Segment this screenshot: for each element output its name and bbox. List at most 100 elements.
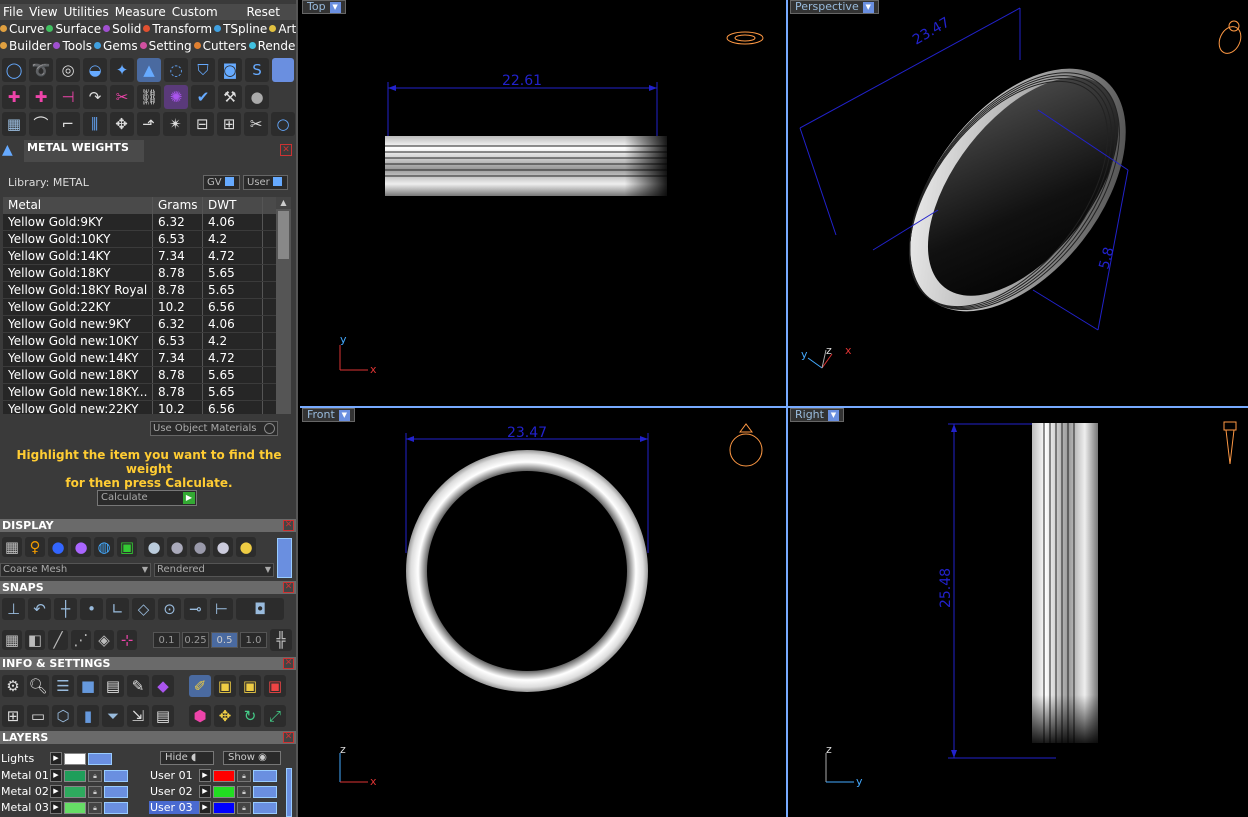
table-row[interactable]: Yellow Gold:9KY 6.32 4.06	[3, 214, 291, 231]
table-row[interactable]: Yellow Gold new:9KY 6.32 4.06	[3, 316, 291, 333]
layer-row[interactable]: User 02 ▶ 🔒︎	[149, 784, 277, 799]
line-icon[interactable]: ╱	[48, 630, 68, 650]
gem-move-icon[interactable]: ✥	[214, 705, 236, 727]
mirror-icon[interactable]: ⫼	[82, 111, 107, 136]
green-grid-icon[interactable]: ▣	[117, 537, 137, 557]
category-art[interactable]: Art	[269, 22, 296, 36]
globe-icon[interactable]: ◍	[94, 537, 114, 557]
circle-curve-icon[interactable]: ◯	[2, 57, 26, 82]
category-gems[interactable]: Gems	[94, 39, 138, 53]
expand-arrow-icon[interactable]: ▶	[50, 785, 62, 798]
lock-icon[interactable]: 🔒︎	[237, 801, 251, 814]
grid-icon[interactable]: ▦	[2, 630, 22, 650]
snap-value-0.1[interactable]: 0.1	[153, 632, 180, 648]
viewport-front[interactable]: Front ▼ 23.47 z x	[300, 408, 786, 817]
s-tool-icon[interactable]: S	[245, 57, 269, 82]
lock-icon[interactable]: 🔒︎	[88, 801, 102, 814]
snap-point-icon[interactable]: •	[80, 598, 103, 620]
cubes-icon[interactable]: ▦	[2, 111, 26, 136]
select-icon[interactable]: ⇲	[127, 705, 149, 727]
book-icon[interactable]: ▮	[77, 705, 99, 727]
lock-icon[interactable]: 🔒︎	[237, 769, 251, 782]
burst-icon[interactable]: ✴	[163, 111, 188, 136]
menu-utilities[interactable]: Utilities	[61, 4, 112, 20]
layers-scroll[interactable]	[286, 768, 292, 817]
layer-color-swatch[interactable]	[64, 785, 86, 798]
pencil-icon[interactable]: ✎	[127, 675, 149, 697]
toggle-icon[interactable]	[272, 57, 294, 82]
windows-icon[interactable]: ⊞	[2, 705, 24, 727]
layer-name[interactable]: User 01	[149, 769, 199, 782]
close-icon[interactable]: ✕	[283, 732, 294, 743]
material-gold-icon[interactable]: ●	[236, 537, 256, 557]
snap-center-icon[interactable]: ⊙	[158, 598, 181, 620]
layer-visibility-toggle[interactable]	[104, 769, 128, 782]
table-row[interactable]: Yellow Gold new:18KY... 8.78 5.65	[3, 384, 291, 401]
hide-button[interactable]: Hide ◖	[160, 751, 214, 765]
view-delete-icon[interactable]: ▣	[264, 675, 286, 697]
viewport-divider-horizontal[interactable]	[300, 406, 1248, 408]
extrude-icon[interactable]: ⬏	[136, 111, 161, 136]
circle-outline-icon[interactable]: ○	[271, 111, 295, 136]
use-object-materials-toggle[interactable]: Use Object Materials	[150, 421, 278, 436]
snap-end-icon[interactable]: ⊥	[2, 598, 25, 620]
layer-row[interactable]: Metal 02 ▶ 🔒︎	[0, 784, 128, 799]
column-header-dwt[interactable]: DWT	[203, 197, 263, 214]
brush-icon[interactable]: ✐	[189, 675, 211, 697]
lights-swatch[interactable]	[64, 752, 86, 765]
box-3d-icon[interactable]: ■	[77, 675, 99, 697]
column-header-grams[interactable]: Grams	[153, 197, 203, 214]
fillet-icon[interactable]: ⌐	[55, 111, 80, 136]
purple-tool-icon[interactable]: ✺	[164, 84, 188, 109]
table-row[interactable]: Yellow Gold:18KY Royal 8.78 5.65	[3, 282, 291, 299]
search-icon[interactable]: 🔍︎	[27, 675, 49, 697]
shield-icon[interactable]: ⛉	[191, 57, 215, 82]
gem-scale-icon[interactable]: ⤢	[264, 705, 286, 727]
column-header-metal[interactable]: Metal	[3, 197, 153, 214]
link-icon[interactable]: ⛓	[137, 84, 161, 109]
snap-value-1.0[interactable]: 1.0	[240, 632, 267, 648]
ring-icon[interactable]: ◎	[56, 57, 80, 82]
viewport-top[interactable]: Top ▼ 22.61 y x	[300, 0, 786, 406]
snap-mid-icon[interactable]: ┼	[54, 598, 77, 620]
view-cube-icon[interactable]	[1215, 20, 1245, 57]
profile-icon[interactable]: ◙	[218, 57, 242, 82]
view-cube-icon[interactable]	[726, 31, 764, 45]
close-icon[interactable]: ✕	[283, 658, 294, 669]
layer-row[interactable]: Metal 03 ▶ 🔒︎	[0, 800, 128, 815]
menu-file[interactable]: File	[0, 4, 26, 20]
layer-name[interactable]: Metal 01	[0, 769, 50, 782]
menu-custom[interactable]: Custom	[169, 4, 221, 20]
snap-value-0.25[interactable]: 0.25	[182, 632, 209, 648]
scroll-up-icon[interactable]: ▲	[276, 197, 291, 209]
table-row[interactable]: Yellow Gold:14KY 7.34 4.72	[3, 248, 291, 265]
material-steel-icon[interactable]: ●	[167, 537, 187, 557]
show-button[interactable]: Show ◉	[223, 751, 281, 765]
align-icon[interactable]: ⊟	[190, 111, 215, 136]
expand-arrow-icon[interactable]: ▶	[50, 801, 62, 814]
shaded-sphere-icon[interactable]: ●	[48, 537, 68, 557]
layer-color-swatch[interactable]	[213, 801, 235, 814]
layer-name[interactable]: Metal 03	[0, 801, 50, 814]
layer-row[interactable]: User 01 ▶ 🔒︎	[149, 768, 277, 783]
wrench-icon[interactable]: ⚒	[218, 84, 242, 109]
expand-arrow-icon[interactable]: ▶	[50, 752, 62, 765]
layer-row[interactable]: User 03 ▶ 🔒︎	[149, 800, 277, 815]
list-icon[interactable]: ▤	[152, 705, 174, 727]
gem-rotate-icon[interactable]: ↻	[239, 705, 261, 727]
expand-arrow-icon[interactable]: ▶	[199, 769, 211, 782]
scroll-thumb[interactable]	[278, 211, 289, 259]
viewport-perspective[interactable]: Perspective ▼ 23.47 5.8 y z x	[788, 0, 1248, 406]
snap-window-icon[interactable]: ◘	[236, 598, 284, 620]
user-button[interactable]: User	[243, 175, 288, 190]
menu-measure[interactable]: Measure	[112, 4, 169, 20]
spiral-icon[interactable]: ➰	[29, 57, 53, 82]
table-row[interactable]: Yellow Gold:22KY 10.2 6.56	[3, 299, 291, 316]
snap-quad-icon[interactable]: ◇	[132, 598, 155, 620]
node-icon[interactable]: ⊹	[117, 630, 137, 650]
diamond-icon[interactable]: ◈	[94, 630, 114, 650]
bezel-icon[interactable]: ◌	[164, 57, 188, 82]
sphere-icon[interactable]: ●	[245, 84, 269, 109]
table-row[interactable]: Yellow Gold new:10KY 6.53 4.2	[3, 333, 291, 350]
viewport-right[interactable]: Right ▼ 25.48 z y	[788, 408, 1248, 817]
